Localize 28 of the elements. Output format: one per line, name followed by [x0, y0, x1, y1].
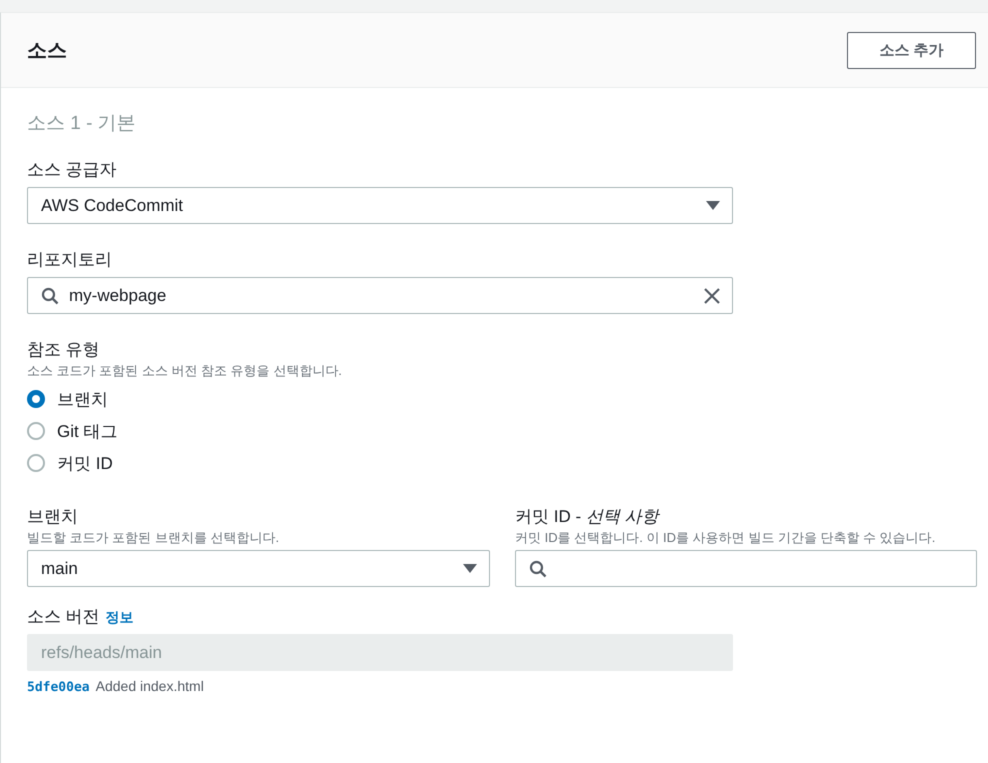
field-label: 소스 공급자: [27, 159, 118, 181]
repository-search-field[interactable]: my-webpage: [27, 277, 733, 314]
caret-icon: [706, 200, 720, 210]
source-version-field: refs/heads/main: [27, 634, 733, 671]
commit-message: Added index.html: [96, 678, 204, 694]
radio-option[interactable]: 커밋 ID: [27, 447, 976, 479]
search-icon: [41, 286, 59, 304]
add-source-button[interactable]: 소스 추가: [847, 32, 976, 68]
field-label: 리포지토리: [27, 249, 113, 271]
panel-title: 소스: [27, 38, 67, 64]
commit-hash: 5dfe00ea: [27, 680, 90, 695]
commit-search-field[interactable]: [515, 550, 977, 587]
field-label: 브랜치: [27, 506, 79, 528]
clear-icon[interactable]: [704, 288, 720, 304]
radio-option[interactable]: Git 태그: [27, 415, 976, 447]
field-label: 소스 버전: [27, 607, 100, 626]
provider-select[interactable]: AWS CodeCommit: [27, 187, 733, 224]
branch-select[interactable]: main: [27, 550, 490, 587]
caret-icon: [463, 564, 477, 574]
field-label: 참조 유형: [27, 339, 101, 361]
field-description: 커밋 ID를 선택합니다. 이 ID를 사용하면 빌드 기간을 단축할 수 있습니다.: [515, 530, 936, 546]
field-label: 커밋 ID - 선택 사항: [515, 506, 661, 528]
info-link[interactable]: 정보: [106, 609, 134, 625]
search-icon: [529, 560, 547, 578]
field-description: 소스 코드가 포함된 소스 버전 참조 유형을 선택합니다.: [27, 363, 343, 379]
field-description: 빌드할 코드가 포함된 브랜치를 선택합니다.: [27, 530, 280, 546]
radio-option[interactable]: 브랜치: [27, 383, 976, 415]
section-title: 소스 1 - 기본: [27, 112, 137, 136]
